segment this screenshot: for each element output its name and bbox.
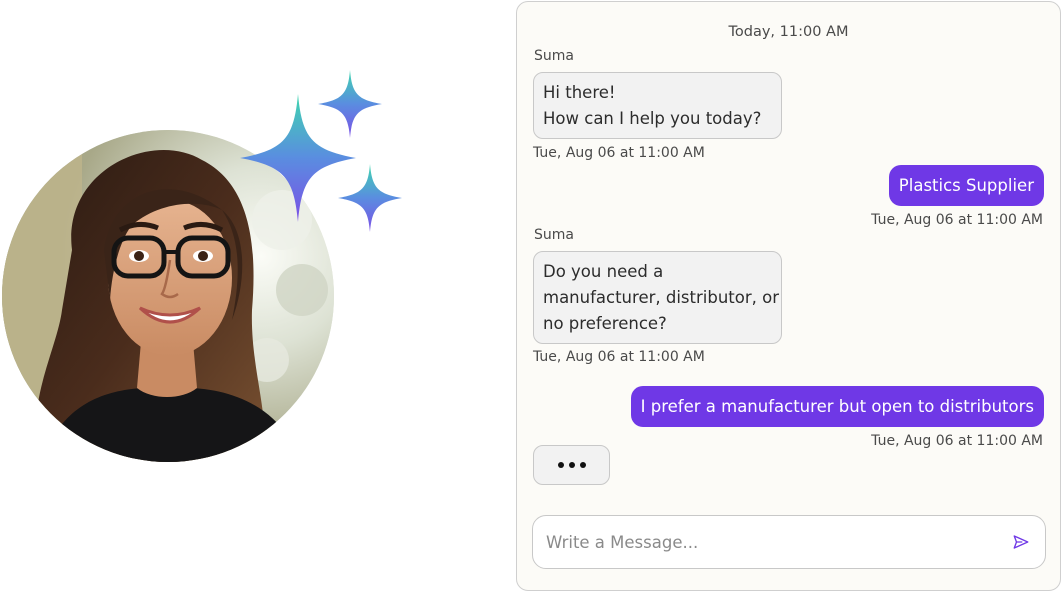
chat-date-header: Today, 11:00 AM — [728, 24, 849, 40]
message-timestamp: Tue, Aug 06 at 11:00 AM — [871, 212, 1043, 228]
message-sender: Suma — [534, 48, 574, 64]
bot-message-bubble: Hi there! How can I help you today? — [533, 72, 782, 139]
message-timestamp: Tue, Aug 06 at 11:00 AM — [871, 433, 1043, 449]
sparkle-icon — [338, 164, 402, 232]
bot-message-bubble: Do you need a manufacturer, distributor,… — [533, 251, 782, 344]
message-text: How can I help you today? — [543, 109, 762, 128]
message-text: no preference? — [543, 314, 667, 333]
message-text: manufacturer, distributor, or — [543, 288, 780, 307]
typing-dot — [568, 462, 575, 468]
message-sender: Suma — [534, 227, 574, 243]
user-message-bubble: Plastics Supplier — [888, 165, 1044, 206]
chat-panel: Today, 11:00 AM Suma Hi there! How can I… — [516, 1, 1061, 591]
user-message-bubble: I prefer a manufacturer but open to dist… — [630, 386, 1044, 427]
assistant-avatar-area — [0, 0, 510, 592]
message-text: Hi there! — [543, 83, 616, 102]
message-text: Do you need a — [543, 262, 664, 281]
message-composer — [532, 515, 1046, 569]
typing-dot — [579, 462, 586, 468]
sparkle-icon — [318, 70, 382, 138]
message-timestamp: Tue, Aug 06 at 11:00 AM — [533, 349, 705, 365]
message-input[interactable] — [546, 532, 1011, 552]
send-icon — [1013, 535, 1029, 549]
send-button[interactable] — [1011, 532, 1031, 552]
typing-indicator — [533, 445, 610, 485]
typing-dot — [557, 462, 564, 468]
message-timestamp: Tue, Aug 06 at 11:00 AM — [533, 145, 705, 161]
